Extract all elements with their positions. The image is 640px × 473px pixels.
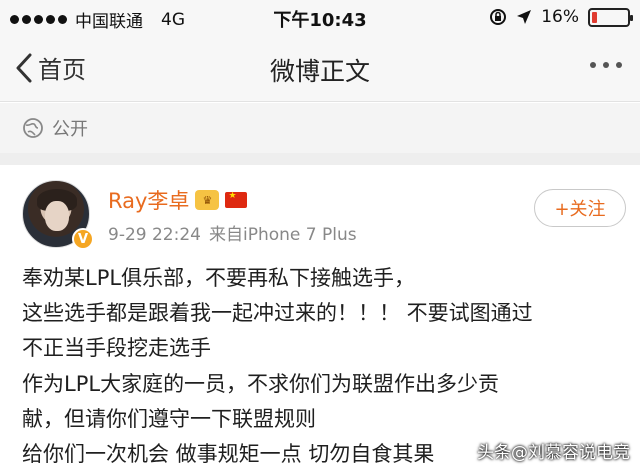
post-text-line: 作为LPL大家庭的一员，不求你们为联盟作出多少贡	[22, 371, 500, 396]
post-text-line: 献，但请你们遵守一下联盟规则	[22, 406, 316, 431]
status-right: 16%	[489, 7, 633, 27]
post-meta: 9-29 22:24 来自iPhone 7 Plus	[108, 220, 357, 245]
battery-percent: 16%	[541, 7, 579, 27]
verified-badge-icon: V	[72, 228, 94, 250]
battery-icon	[588, 7, 633, 27]
watermark: 头条@刘慕容说电竞	[477, 443, 630, 463]
vip-crown-icon: ♛	[195, 190, 220, 210]
post-source: 来自iPhone 7 Plus	[208, 225, 357, 245]
more-options-button[interactable]	[590, 62, 622, 68]
china-flag-icon	[225, 191, 248, 208]
visibility-bar: 公开	[0, 103, 640, 153]
post-text-line: 奉劝某LPL俱乐部，不要再私下接触选手，	[22, 266, 416, 290]
rotation-lock-icon	[490, 9, 507, 25]
weibo-post: V Ray李卓 ♛ 9-29 22:24来自iPhone 7 Plus +关注 …	[0, 165, 640, 473]
navigation-bar: 首页 微博正文	[0, 36, 640, 102]
post-text-line: 不正当手段挖走选手	[22, 336, 211, 361]
battery-level	[592, 11, 598, 23]
section-divider	[0, 153, 640, 165]
user-name[interactable]: Ray李卓	[108, 185, 189, 215]
visibility-label: 公开	[52, 119, 88, 140]
post-text-line: 这些选手都是跟着我一起冲过来的！！！ 不要试图通过	[22, 301, 533, 326]
more-dot-icon	[603, 62, 609, 68]
globe-icon	[23, 118, 43, 138]
status-bar: 中国联通 4G 下午10:43 16%	[0, 0, 640, 36]
user-name-row: Ray李卓 ♛	[108, 185, 248, 215]
post-timestamp: 9-29 22:24	[108, 225, 201, 245]
more-dot-icon	[590, 62, 596, 68]
more-dot-icon	[616, 62, 622, 68]
location-arrow-icon	[517, 10, 532, 24]
page-title: 微博正文	[269, 57, 370, 86]
avatar[interactable]: V	[22, 180, 94, 250]
follow-button[interactable]: +关注	[534, 189, 626, 227]
